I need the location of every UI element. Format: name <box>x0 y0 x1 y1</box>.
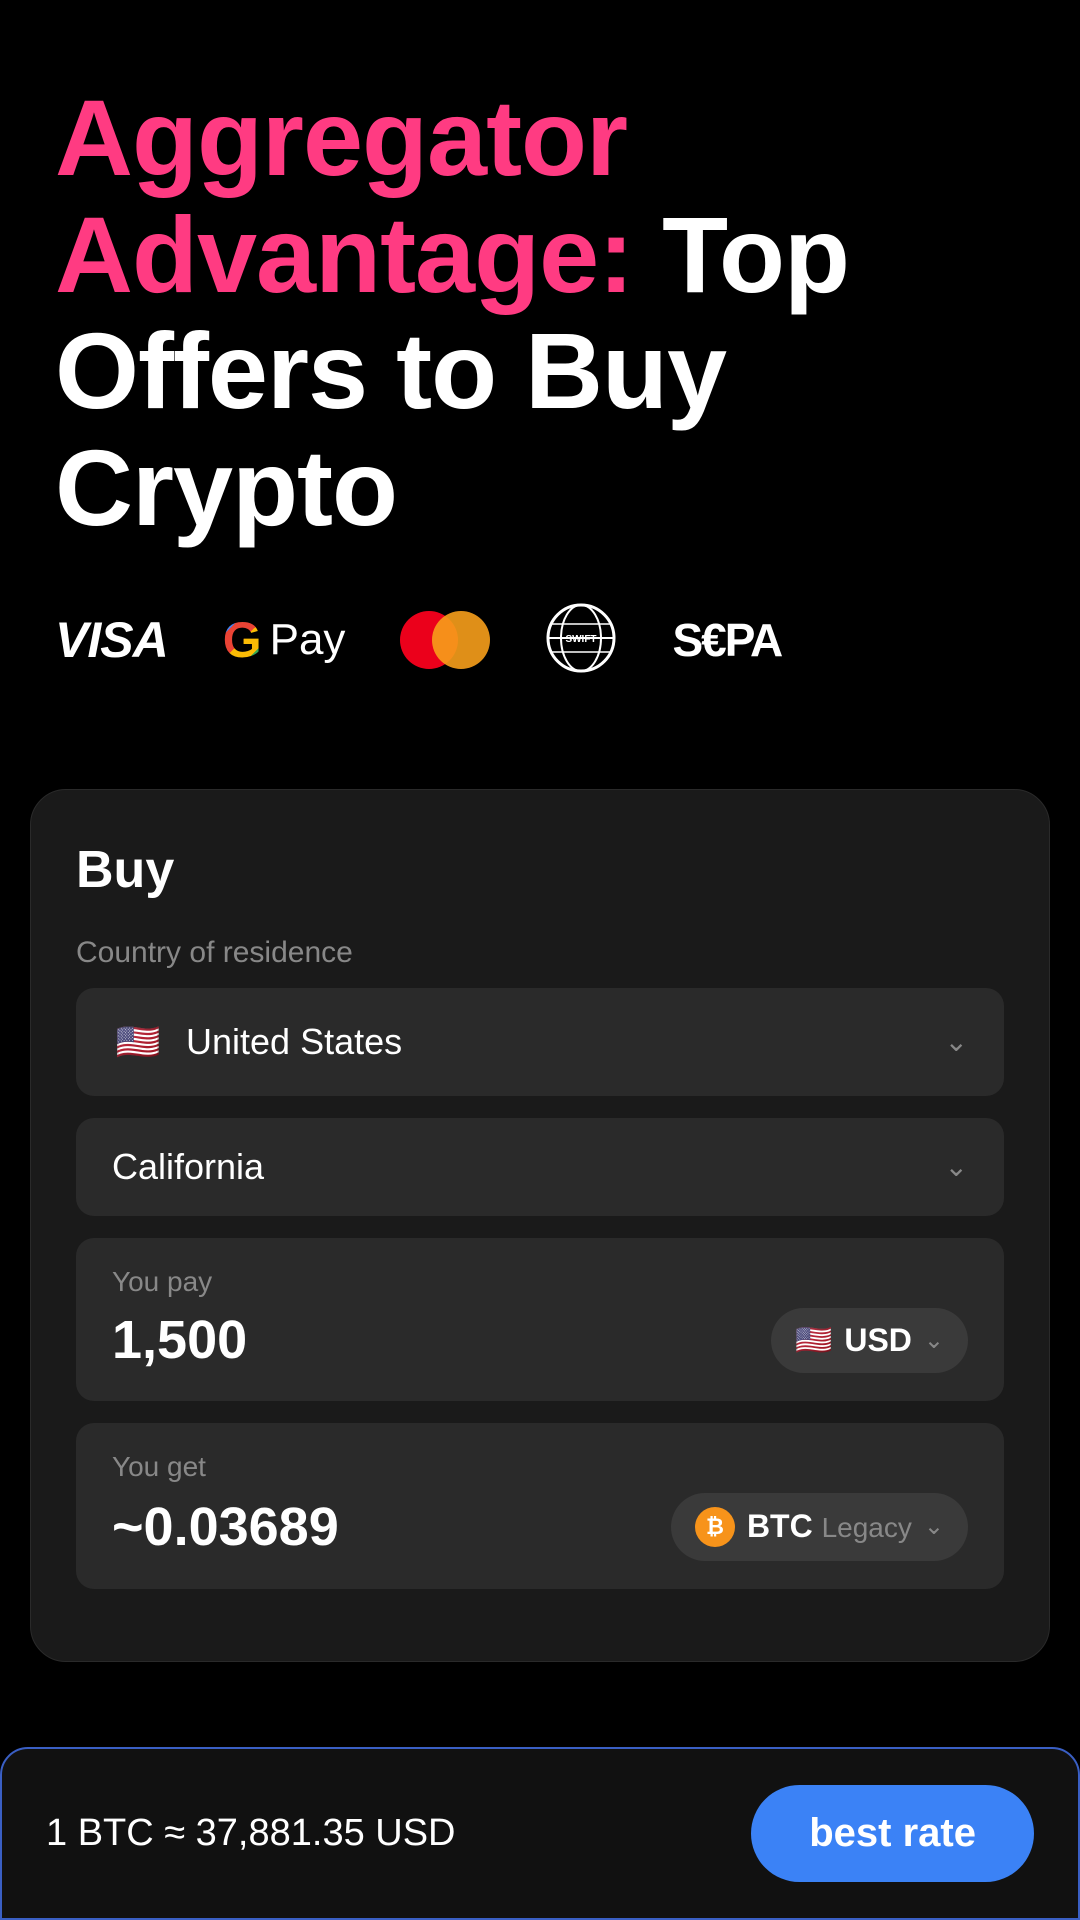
visa-logo: VISA <box>55 611 168 669</box>
state-select[interactable]: California ⌄ <box>76 1118 1004 1216</box>
you-get-label: You get <box>112 1451 968 1483</box>
svg-text:SWIFT: SWIFT <box>566 634 597 645</box>
pay-currency-text: USD <box>844 1322 912 1359</box>
us-flag-icon: 🇺🇸 <box>112 1016 164 1068</box>
you-get-row: ~0.03689 ₿ BTC Legacy ⌄ <box>112 1493 968 1561</box>
crypto-sub-text: Legacy <box>822 1512 912 1543</box>
gpay-logo: G Pay <box>223 611 346 669</box>
you-pay-field: You pay 1,500 🇺🇸 USD ⌄ <box>76 1238 1004 1401</box>
btc-icon: ₿ <box>695 1507 735 1547</box>
crypto-selector[interactable]: ₿ BTC Legacy ⌄ <box>671 1493 968 1561</box>
swift-logo: SWIFT <box>545 602 617 679</box>
payment-logos: VISA G Pay SWIFT S€PA <box>55 602 1025 679</box>
sepa-logo: S€PA <box>672 613 781 667</box>
crypto-text: BTC Legacy <box>747 1508 912 1545</box>
country-label: Country of residence <box>76 936 1004 970</box>
pay-currency-selector[interactable]: 🇺🇸 USD ⌄ <box>771 1308 968 1373</box>
country-chevron-icon: ⌄ <box>945 1025 968 1058</box>
usd-flag-icon: 🇺🇸 <box>795 1323 832 1358</box>
hero-title-pink: Aggregator Advantage: <box>55 77 633 315</box>
hero-section: Aggregator Advantage: Top Offers to Buy … <box>0 0 1080 729</box>
crypto-chevron-icon: ⌄ <box>924 1512 944 1541</box>
you-pay-value[interactable]: 1,500 <box>112 1309 247 1371</box>
bottom-bar: 1 BTC ≈ 37,881.35 USD best rate <box>0 1747 1080 1920</box>
state-chevron-icon: ⌄ <box>945 1150 968 1183</box>
you-pay-row: 1,500 🇺🇸 USD ⌄ <box>112 1308 968 1373</box>
mastercard-logo <box>400 611 490 669</box>
mastercard-orange-circle <box>432 611 490 669</box>
card-title: Buy <box>76 840 1004 900</box>
you-get-value: ~0.03689 <box>112 1496 339 1558</box>
state-value: California <box>112 1146 264 1188</box>
best-rate-button[interactable]: best rate <box>751 1785 1034 1882</box>
rate-text: 1 BTC ≈ 37,881.35 USD <box>46 1812 456 1855</box>
country-select-left: 🇺🇸 United States <box>112 1016 402 1068</box>
country-value: United States <box>186 1021 402 1063</box>
gpay-text: Pay <box>270 615 346 665</box>
gpay-g-icon: G <box>223 611 262 669</box>
country-select[interactable]: 🇺🇸 United States ⌄ <box>76 988 1004 1096</box>
buy-card: Buy Country of residence 🇺🇸 United State… <box>30 789 1050 1662</box>
hero-title: Aggregator Advantage: Top Offers to Buy … <box>55 80 1025 547</box>
you-get-field: You get ~0.03689 ₿ BTC Legacy ⌄ <box>76 1423 1004 1589</box>
you-pay-label: You pay <box>112 1266 968 1298</box>
pay-currency-chevron-icon: ⌄ <box>924 1326 944 1355</box>
state-select-left: California <box>112 1146 264 1188</box>
